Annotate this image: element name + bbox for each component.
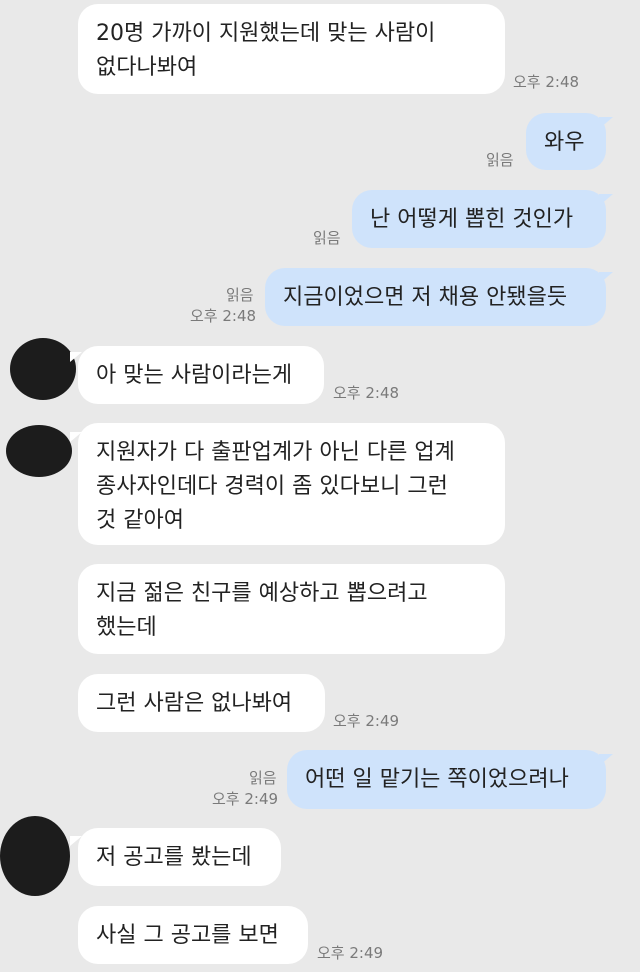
message-bubble-outgoing[interactable]: 지금이었으면 저 채용 안됐을듯 [265,268,613,326]
read-receipt: 읽음 [226,286,254,304]
sender-avatar[interactable] [10,338,76,400]
message-bubble-incoming[interactable]: 지원자가 다 출판업계가 아닌 다른 업계 종사자인데다 경력이 좀 있다보니 … [78,423,505,545]
message-bubble-incoming[interactable]: 지금 젊은 친구를 예상하고 뽑으려고 했는데 [78,564,505,654]
sender-avatar[interactable] [0,816,70,896]
message-time: 오후 2:48 [190,307,257,325]
message-time: 오후 2:49 [333,712,400,730]
message-bubble-outgoing[interactable]: 와우 [526,113,613,170]
read-receipt: 읽음 [313,229,341,247]
message-bubble-incoming[interactable]: 사실 그 공고를 보면 [78,906,308,964]
message-time: 오후 2:48 [333,384,400,402]
message-bubble-incoming[interactable]: 20명 가까이 지원했는데 맞는 사람이 없다나봐여 [78,4,505,94]
message-time: 오후 2:49 [212,790,279,808]
message-bubble-incoming[interactable]: 그런 사람은 없나봐여 [78,674,325,732]
message-bubble-incoming[interactable]: 아 맞는 사람이라는게 [78,346,324,404]
message-bubble-incoming[interactable]: 저 공고를 봤는데 [78,828,281,886]
message-time: 오후 2:49 [317,944,384,962]
read-receipt: 읽음 [249,769,277,787]
sender-avatar[interactable] [6,425,72,477]
read-receipt: 읽음 [486,151,514,169]
message-bubble-outgoing[interactable]: 어떤 일 맡기는 쪽이었으려나 [287,750,613,809]
message-bubble-outgoing[interactable]: 난 어떻게 뽑힌 것인가 [352,190,613,248]
message-time: 오후 2:48 [513,73,580,91]
